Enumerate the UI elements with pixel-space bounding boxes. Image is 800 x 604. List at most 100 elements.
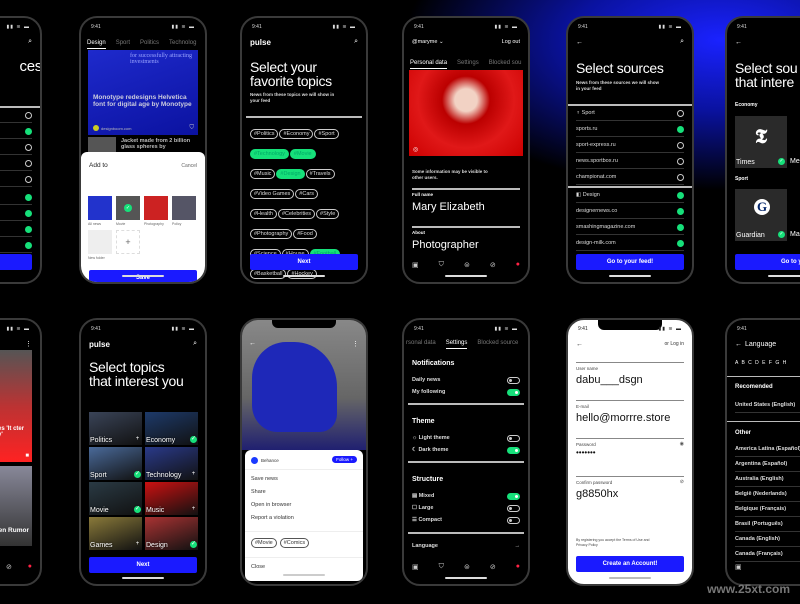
tab[interactable]: Personal data	[410, 60, 448, 69]
add-folder-button[interactable]: +	[116, 230, 140, 254]
toggle-switch[interactable]	[507, 376, 520, 384]
language-option[interactable]: Brasil (Português)	[735, 517, 800, 532]
toggle-switch[interactable]	[507, 492, 520, 500]
menu-item[interactable]: Save news	[251, 476, 278, 482]
menu-item[interactable]: Share	[251, 489, 266, 495]
source-row[interactable]	[0, 238, 32, 253]
card-title[interactable]: Monotype redesigns Helvetica font for di…	[93, 94, 193, 108]
news-card[interactable]: en Rumor	[0, 466, 32, 546]
radio-button[interactable]	[25, 111, 32, 119]
radio-button[interactable]	[25, 159, 32, 167]
topic-chip[interactable]: #Photography	[250, 229, 293, 239]
confirm-password-input[interactable]: g8850hx	[576, 488, 618, 500]
close-button[interactable]: Close	[251, 564, 265, 570]
tag-chip[interactable]: #Movie	[251, 538, 277, 548]
radio-button[interactable]	[25, 175, 32, 183]
tag-chip[interactable]: #Comics	[279, 538, 310, 548]
source-row[interactable]	[0, 108, 32, 123]
source-row[interactable]	[0, 124, 32, 139]
tab-technolog[interactable]: Technolog	[169, 40, 196, 49]
radio-button[interactable]	[25, 193, 32, 201]
eye-off-icon[interactable]: ⊘	[680, 479, 684, 485]
folder-thumb[interactable]	[144, 196, 168, 220]
radio-button[interactable]	[677, 109, 684, 117]
topic-chip[interactable]: #Sport	[314, 129, 339, 139]
profile-icon[interactable]: ●	[28, 563, 32, 571]
topic-chip[interactable]: #Economy	[279, 129, 314, 139]
folder-thumb[interactable]	[172, 196, 196, 220]
back-arrow-icon[interactable]: ←	[249, 340, 256, 347]
language-option[interactable]: Australia (English)	[735, 472, 800, 487]
back-arrow-icon[interactable]: ←	[735, 341, 742, 348]
source-row[interactable]	[0, 156, 32, 171]
login-link[interactable]: or Log in	[665, 341, 684, 347]
bookmark-icon[interactable]: ■	[25, 453, 29, 459]
more-icon[interactable]: ⋮	[352, 340, 359, 348]
topic-chip[interactable]: #Food	[293, 229, 317, 239]
topic-tile-music[interactable]: Music +	[145, 482, 198, 515]
topics-icon[interactable]: ⊜	[464, 261, 470, 269]
tab[interactable]: Blocked sou	[489, 60, 522, 69]
bookmarks-icon[interactable]: ⛉	[439, 563, 444, 571]
toggle-switch[interactable]	[507, 388, 520, 396]
radio-button[interactable]	[677, 125, 684, 133]
radio-button[interactable]	[25, 127, 32, 135]
source-row[interactable]	[0, 172, 32, 187]
language-row[interactable]: Language →	[412, 541, 520, 551]
bookmarks-icon[interactable]: ⛉	[439, 261, 444, 269]
toggle-switch[interactable]	[507, 504, 520, 512]
folder-thumb[interactable]: ✓	[116, 196, 140, 220]
search-icon[interactable]: ⌕	[680, 38, 684, 46]
radio-button[interactable]	[677, 223, 684, 231]
radio-button[interactable]	[677, 191, 684, 199]
alphabet-index[interactable]: A B C D E F G H	[735, 360, 787, 366]
menu-item[interactable]: Report a violation	[251, 515, 294, 521]
source-group-design[interactable]: ◧ Design	[576, 188, 684, 203]
sources-icon[interactable]: ⊘	[490, 261, 496, 269]
language-option[interactable]: United States (English)	[735, 398, 800, 413]
save-button[interactable]: Save	[89, 270, 197, 282]
article-title[interactable]: Jacket made from 2 billion glass spheres…	[121, 138, 195, 150]
go-feed-button[interactable]: Go to your f	[735, 254, 800, 270]
topic-tile-politics[interactable]: Politics +	[89, 412, 142, 445]
tab-sport[interactable]: Sport	[116, 40, 130, 49]
language-option[interactable]: België (Nederlands)	[735, 487, 800, 502]
feed-icon[interactable]: ▣	[412, 563, 419, 571]
cancel-button[interactable]: Cancel	[181, 163, 197, 169]
language-option[interactable]: Argentina (Español)	[735, 457, 800, 472]
source-row[interactable]	[0, 206, 32, 221]
source-row[interactable]: championat.com	[576, 170, 684, 185]
radio-button[interactable]	[25, 209, 32, 217]
bookmark-icon[interactable]: ⛉	[189, 125, 194, 132]
go-feed-button[interactable]: d!	[0, 254, 32, 270]
go-feed-button[interactable]: Go to your feed!	[576, 254, 684, 270]
language-option[interactable]: America Latina (Español)	[735, 442, 800, 457]
tab-politics[interactable]: Politics	[140, 40, 159, 49]
topics-icon[interactable]: ⊜	[464, 563, 470, 571]
about-field[interactable]: Photographer	[412, 239, 479, 251]
source-tile-guardian[interactable]: G Guardian ✓	[735, 189, 787, 241]
topic-chip[interactable]: #Style	[316, 209, 340, 219]
radio-button[interactable]	[677, 141, 684, 149]
create-account-button[interactable]: Create an Account!	[576, 556, 684, 572]
news-card[interactable]: es 'It cter y' ■	[0, 350, 32, 462]
source-row[interactable]: sports.ru	[576, 122, 684, 137]
topic-chip[interactable]: #Video Games	[250, 189, 295, 199]
follow-button[interactable]: Follow +	[332, 456, 357, 463]
back-arrow-icon[interactable]: ←	[576, 341, 583, 348]
folder-thumb[interactable]	[88, 196, 112, 220]
terms-text[interactable]: By registering you accept the Terms of U…	[576, 538, 652, 548]
more-icon[interactable]: ⋮	[25, 340, 32, 348]
tab[interactable]: rsonal data	[406, 340, 436, 349]
source-row[interactable]: news.sportbox.ru	[576, 154, 684, 169]
account-switcher[interactable]: @maryme ⌄	[412, 39, 444, 45]
source-row[interactable]: sport-express.ru	[576, 138, 684, 153]
profile-icon[interactable]: ●	[516, 563, 520, 571]
fullname-field[interactable]: Mary Elizabeth	[412, 201, 485, 213]
radio-button[interactable]	[25, 225, 32, 233]
topic-chip[interactable]: #Hockey	[287, 269, 317, 279]
tab[interactable]: Settings	[445, 340, 468, 349]
toggle-switch[interactable]	[507, 516, 520, 524]
feed-icon[interactable]: ▣	[412, 261, 419, 269]
radio-button[interactable]	[677, 239, 684, 247]
